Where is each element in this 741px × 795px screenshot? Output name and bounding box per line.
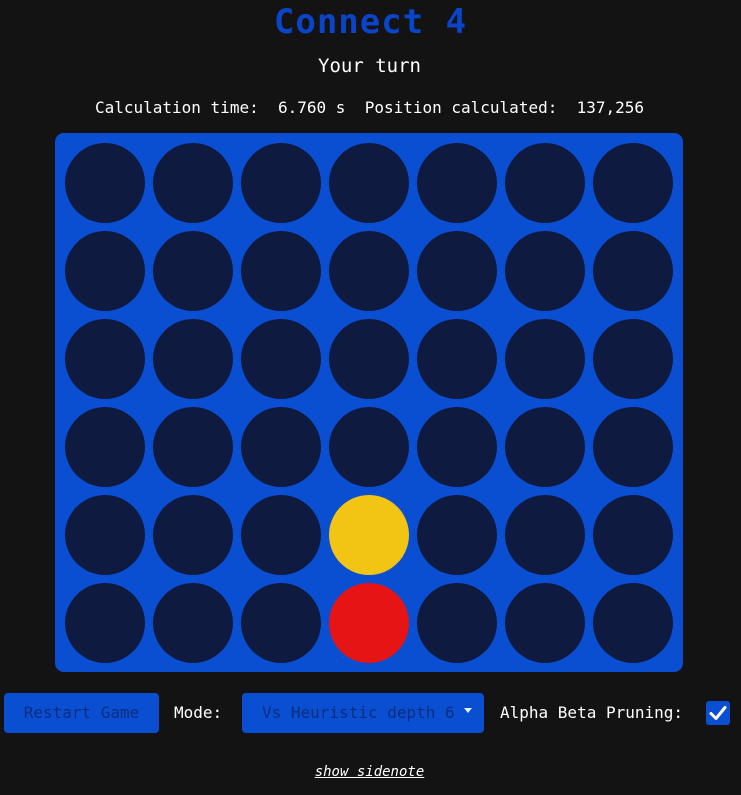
board-cell-empty[interactable] (241, 143, 321, 223)
board-cell-empty[interactable] (153, 495, 233, 575)
board-cell-empty[interactable] (65, 583, 145, 663)
board-cell-empty[interactable] (241, 319, 321, 399)
checkmark-icon (709, 706, 727, 720)
board-cell-empty[interactable] (65, 495, 145, 575)
board-cell-empty[interactable] (593, 143, 673, 223)
board-cell-empty[interactable] (65, 407, 145, 487)
board-disc-yellow[interactable] (329, 495, 409, 575)
board-cell-empty[interactable] (241, 407, 321, 487)
positions-value: 137,256 (576, 98, 645, 117)
board-cell-empty[interactable] (65, 319, 145, 399)
show-sidenote-link[interactable]: show sidenote (0, 764, 739, 780)
board-disc-red[interactable] (329, 583, 409, 663)
board-cell-empty[interactable] (417, 231, 497, 311)
board-cell-empty[interactable] (329, 143, 409, 223)
board-cell-empty[interactable] (505, 319, 585, 399)
game-board[interactable] (55, 133, 683, 672)
board-cell-empty[interactable] (329, 319, 409, 399)
board-cell-empty[interactable] (241, 583, 321, 663)
board-cell-empty[interactable] (65, 231, 145, 311)
mode-label: Mode: (174, 703, 223, 722)
board-cell-empty[interactable] (593, 407, 673, 487)
board-cell-empty[interactable] (593, 583, 673, 663)
board-cell-empty[interactable] (505, 143, 585, 223)
board-cell-empty[interactable] (505, 583, 585, 663)
mode-selected-value: Vs Heuristic depth 6 (262, 703, 455, 722)
board-cell-empty[interactable] (593, 495, 673, 575)
board-cell-empty[interactable] (505, 231, 585, 311)
board-cell-empty[interactable] (417, 407, 497, 487)
alpha-beta-label: Alpha Beta Pruning: (500, 703, 684, 722)
board-cell-empty[interactable] (417, 143, 497, 223)
controls-bar: Restart Game Mode: Vs Heuristic depth 6 … (0, 693, 741, 733)
board-cell-empty[interactable] (417, 495, 497, 575)
calc-time-label: Calculation time: (94, 98, 259, 117)
board-cell-empty[interactable] (417, 583, 497, 663)
board-cell-empty[interactable] (241, 495, 321, 575)
board-cell-empty[interactable] (505, 495, 585, 575)
calc-time-value: 6.760 s (277, 98, 346, 117)
board-cell-empty[interactable] (153, 583, 233, 663)
board-cell-empty[interactable] (153, 319, 233, 399)
alpha-beta-checkbox[interactable] (706, 701, 730, 725)
board-cell-empty[interactable] (153, 407, 233, 487)
board-cell-empty[interactable] (593, 231, 673, 311)
board-cell-empty[interactable] (417, 319, 497, 399)
turn-status: Your turn (318, 55, 421, 77)
board-cell-empty[interactable] (505, 407, 585, 487)
stats-bar: Calculation time: 6.760 s Position calcu… (0, 98, 739, 117)
board-cell-empty[interactable] (153, 231, 233, 311)
chevron-down-icon (464, 708, 472, 713)
board-cell-empty[interactable] (65, 143, 145, 223)
board-cell-empty[interactable] (153, 143, 233, 223)
mode-select[interactable]: Vs Heuristic depth 6 (242, 693, 484, 733)
page-title: Connect 4 (273, 2, 468, 42)
board-cell-empty[interactable] (593, 319, 673, 399)
restart-game-button[interactable]: Restart Game (4, 693, 159, 733)
board-cell-empty[interactable] (329, 231, 409, 311)
board-cell-empty[interactable] (241, 231, 321, 311)
board-cell-empty[interactable] (329, 407, 409, 487)
positions-label: Position calculated: (364, 98, 558, 117)
